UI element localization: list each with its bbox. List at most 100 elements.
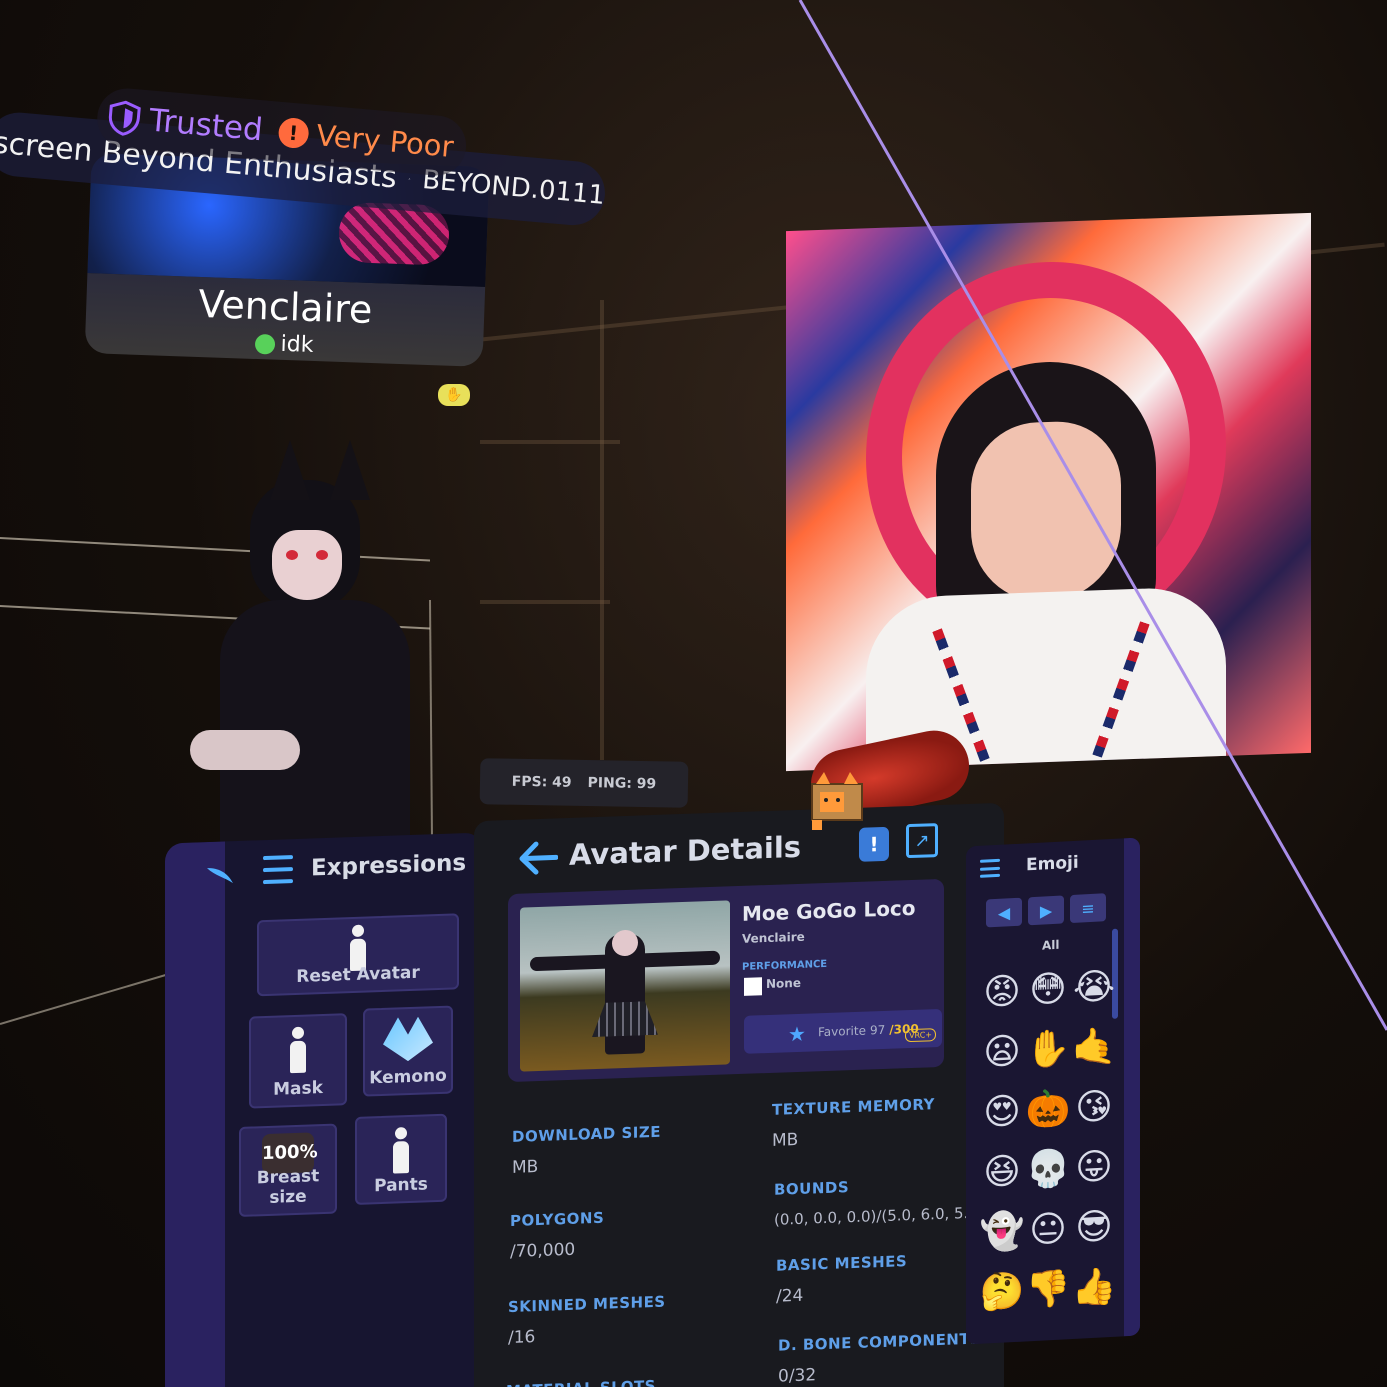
favorite-button[interactable]: ★ Favorite 97 /300 VRC+ [744,1008,942,1054]
vrc-plus-badge: VRC+ [905,1028,936,1043]
shield-icon [108,100,141,136]
report-button[interactable]: ! [859,826,889,862]
external-link-icon: ↗ [914,829,930,852]
hamburger-menu-icon[interactable] [263,855,293,885]
stat-basic-meshes: BASIC MESHES /24 [776,1252,907,1307]
chevron-right-icon: ▶ [1039,900,1053,921]
emoji-button[interactable]: 😳 [1026,959,1070,1019]
emoji-button[interactable]: 🎃 [1026,1079,1071,1139]
trust-rank-label: Trusted [147,102,265,149]
back-arrow-icon[interactable] [518,840,558,875]
online-status-icon [254,333,275,355]
emoji-title: Emoji [1026,852,1079,876]
expressions-rail [165,841,225,1387]
sort-button[interactable]: ≡ [1070,893,1106,924]
kemono-toggle-button[interactable]: Kemono [363,1005,453,1097]
emoji-grid: 😡 😳 😭 😦 ✋ 🤙 😍 🎃 😘 😆 💀 😛 👻 😐 😎 🤔 👎 👍 [980,956,1120,1321]
emoji-button[interactable]: 👻 [980,1202,1025,1262]
avatar-ear [270,440,310,500]
stat-key: SKINNED MESHES [508,1292,666,1317]
avatar-card: Moe GoGo Loco Venclaire PERFORMANCE None… [508,878,944,1083]
breast-size-slider-button[interactable]: 100% Breast size [239,1123,337,1217]
stat-key: MATERIAL SLOTS [506,1377,656,1387]
emoji-button[interactable]: 😍 [980,1082,1024,1142]
performance-value: None [766,975,801,992]
favorite-label: Favorite [818,1023,866,1040]
emoji-button[interactable]: 💀 [1026,1139,1071,1199]
thumb-skirt [592,1001,658,1037]
emoji-button[interactable]: 😎 [1072,1197,1116,1257]
vr-scene: Venclaire idk screen Beyond Enthusiasts … [0,0,1387,1387]
avatar-ear [330,440,370,500]
emoji-button[interactable]: ✋ [1026,1019,1071,1079]
pants-toggle-button[interactable]: Pants [355,1113,447,1205]
emoji-button[interactable]: 👍 [1072,1257,1117,1317]
stat-value: /24 [776,1285,804,1307]
pants-label: Pants [374,1174,428,1197]
emoji-button[interactable]: 😛 [1072,1137,1116,1197]
emoji-button[interactable]: 👎 [1026,1259,1071,1319]
avatar-body [220,600,410,850]
performance-overlay: FPS: 49 PING: 99 [479,758,689,808]
sort-icon: ≡ [1081,898,1095,919]
avatar-eye [286,550,298,560]
alert-icon: ! [869,832,879,857]
kemono-icon [383,1016,433,1062]
performance-rank-icon [744,977,762,996]
emoji-button[interactable]: 😘 [1072,1077,1116,1137]
stat-key: DOWNLOAD SIZE [512,1122,661,1146]
avatar-details-panel: Avatar Details ! ↗ Moe GoGo Loco Venclai… [474,802,1004,1387]
emoji-button[interactable]: 🤙 [1072,1017,1117,1077]
stat-value: MB [772,1129,799,1151]
mask-toggle-button[interactable]: Mask [249,1013,347,1109]
panel-title: Avatar Details [569,829,802,872]
performance-rank-label: Very Poor [314,118,455,164]
open-external-button[interactable]: ↗ [906,823,938,859]
stat-value: /70,000 [510,1239,576,1262]
emoji-rail [1124,837,1140,1337]
stat-key: BOUNDS [774,1178,850,1199]
stat-polygons: POLYGONS /70,000 [510,1209,604,1262]
warning-icon: ! [277,116,310,150]
stat-texture-memory: TEXTURE MEMORY MB [772,1095,935,1151]
stat-download-size: DOWNLOAD SIZE MB [512,1123,661,1178]
avatar-author: Venclaire [742,929,805,946]
stat-key: TEXTURE MEMORY [772,1095,935,1119]
reset-avatar-label: Reset Avatar [296,962,420,987]
hamburger-menu-icon[interactable] [980,858,1000,878]
avatar-thumbnail [520,900,730,1072]
avatar-face [272,530,342,600]
star-icon: ★ [788,1021,806,1047]
stat-key: D. BONE COMPONENTS [778,1329,982,1355]
stat-key: BASIC MESHES [776,1252,908,1275]
reset-avatar-button[interactable]: Reset Avatar [257,913,459,997]
favorite-count: 97 [869,1022,886,1038]
kemono-label: Kemono [369,1065,447,1089]
wing-icon [207,868,233,884]
emoji-button[interactable]: 😆 [980,1142,1024,1202]
stat-skinned-meshes: SKINNED MESHES /16 [508,1293,666,1349]
stat-key: POLYGONS [510,1208,605,1230]
filter-label: All [1042,937,1060,953]
pants-icon [388,1127,414,1174]
chevron-left-icon: ◀ [997,902,1011,923]
prev-page-button[interactable]: ◀ [986,897,1022,928]
ping-readout: PING: 99 [587,775,657,793]
emoji-button[interactable]: 😦 [980,1022,1024,1082]
avatar-eye [316,550,328,560]
stat-bounds: BOUNDS (0.0, 0.0, 0.0)/(5.0, 6.0, 5.0) [774,1173,984,1229]
emoji-button[interactable]: 😡 [980,962,1024,1022]
emoji-button[interactable]: 🤔 [980,1262,1025,1322]
avatar-name: Moe GoGo Loco [742,895,916,926]
hand-gesture-icon: ✋ [438,384,470,406]
emoji-panel: Emoji ◀ ▶ ≡ All 😡 😳 😭 😦 ✋ 🤙 😍 🎃 😘 😆 💀 😛 … [966,837,1140,1345]
mask-label: Mask [273,1078,323,1100]
emoji-button[interactable]: 😭 [1072,957,1116,1017]
expressions-header: Expressions [263,849,466,885]
next-page-button[interactable]: ▶ [1028,895,1064,926]
stat-value: (0.0, 0.0, 0.0)/(5.0, 6.0, 5.0) [774,1203,984,1229]
avatar-figure[interactable] [190,440,440,850]
mask-icon [285,1026,311,1073]
breast-size-label: Breast size [256,1166,320,1208]
emoji-button[interactable]: 😐 [1026,1199,1070,1259]
